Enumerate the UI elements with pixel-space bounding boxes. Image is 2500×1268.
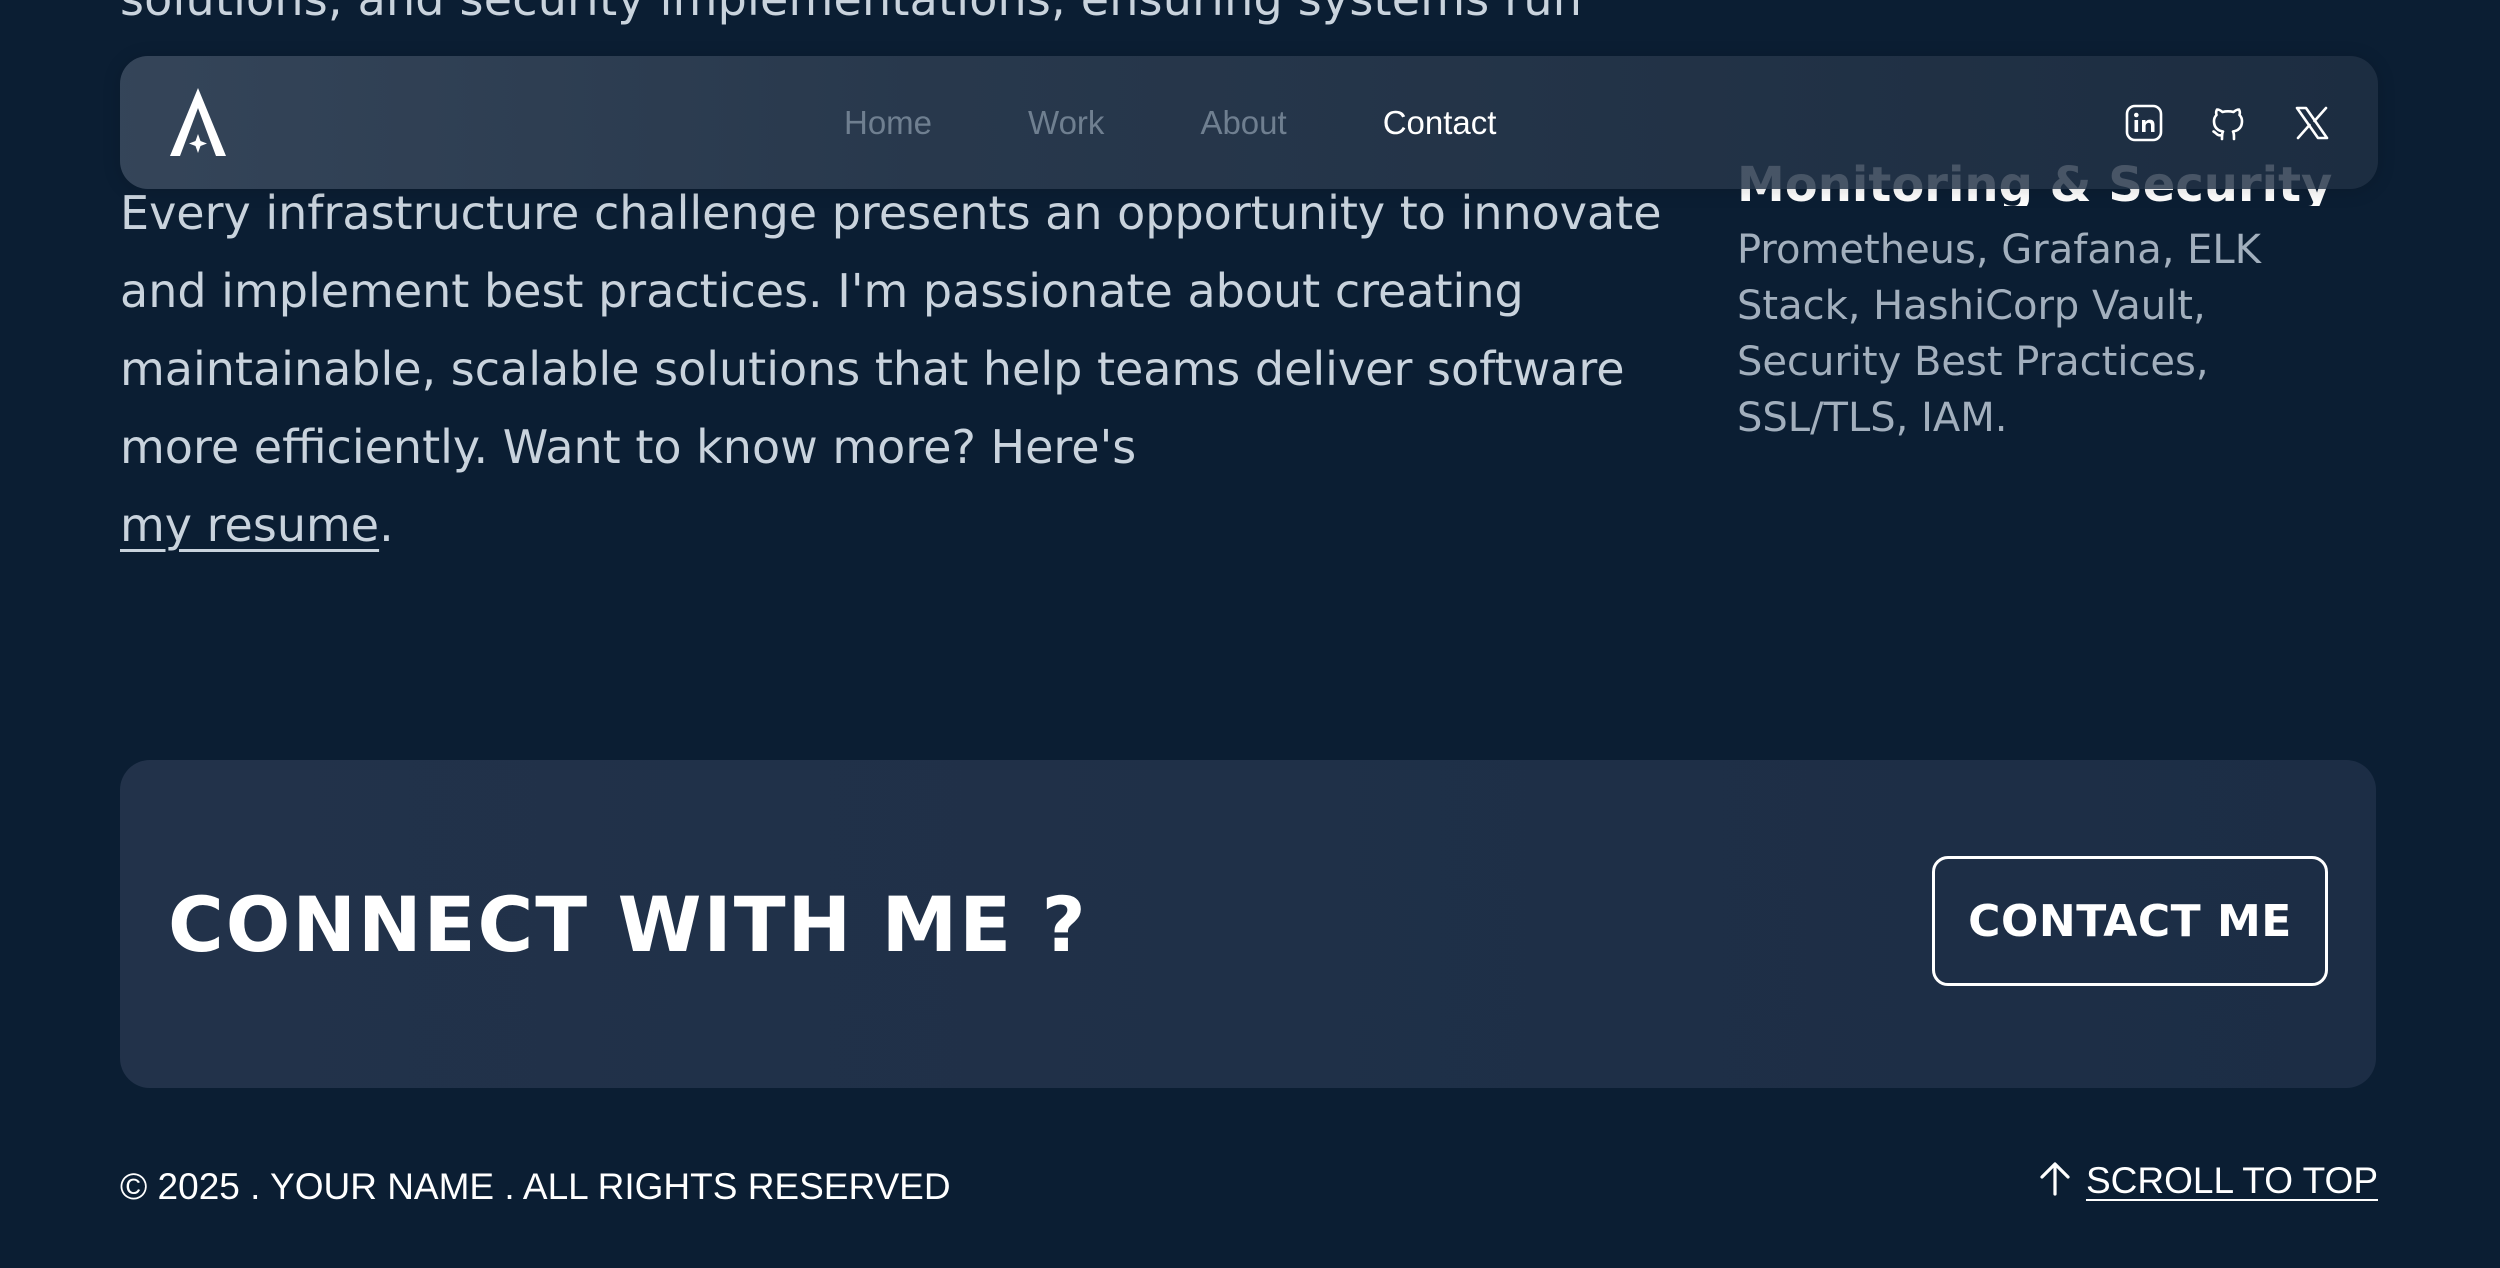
nav-home[interactable]: Home xyxy=(844,104,932,142)
social-links xyxy=(2124,56,2332,189)
logo-icon[interactable] xyxy=(166,86,230,158)
x-icon[interactable] xyxy=(2292,103,2332,143)
nav-about[interactable]: About xyxy=(1200,104,1286,142)
previous-paragraph-line: solutions, and security implementations,… xyxy=(120,0,1582,26)
intro-period: . xyxy=(379,498,394,552)
linkedin-icon[interactable] xyxy=(2124,103,2164,143)
contact-me-button[interactable]: CONTACT ME xyxy=(1932,856,2328,986)
top-navbar: Home Work About Contact xyxy=(120,56,2378,189)
github-icon[interactable] xyxy=(2208,103,2248,143)
skill-description: Prometheus, Grafana, ELK Stack, HashiCor… xyxy=(1737,227,2261,441)
scroll-to-top-label: SCROLL TO TOP xyxy=(2085,1160,2378,1201)
nav-contact[interactable]: Contact xyxy=(1383,104,1497,142)
connect-title: CONNECT WITH ME ? xyxy=(168,879,1088,969)
nav-links: Home Work About Contact xyxy=(844,56,1496,189)
connect-card: CONNECT WITH ME ? CONTACT ME xyxy=(120,760,2376,1088)
arrow-up-icon xyxy=(2038,1161,2072,1201)
intro-paragraph: Every infrastructure challenge presents … xyxy=(120,174,1680,564)
intro-text: Every infrastructure challenge presents … xyxy=(120,186,1662,474)
skill-card-monitoring-security: Monitoring & Security Prometheus, Grafan… xyxy=(1737,150,2377,446)
footer-copyright: © 2025 . YOUR NAME . ALL RIGHTS RESERVED xyxy=(120,1166,951,1207)
nav-work[interactable]: Work xyxy=(1028,104,1104,142)
scroll-to-top-link[interactable]: SCROLL TO TOP xyxy=(2038,1160,2378,1202)
resume-link[interactable]: my resume xyxy=(120,498,379,552)
